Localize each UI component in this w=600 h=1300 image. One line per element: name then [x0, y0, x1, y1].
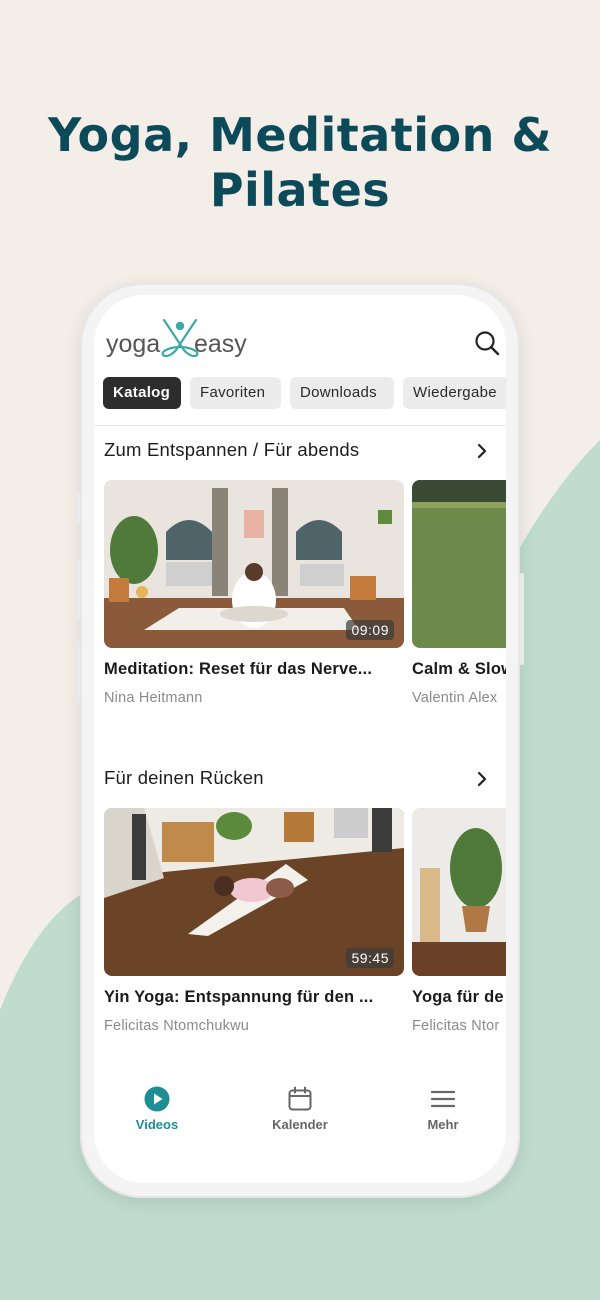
- tab-wiedergabe[interactable]: Wiedergabe: [403, 377, 506, 409]
- video-thumbnail: 59:45: [104, 808, 404, 976]
- thumbnail-meadow: [412, 480, 506, 648]
- tabs-divider: [94, 425, 506, 426]
- headline-line-1: Yoga, Meditation &: [47, 108, 553, 162]
- video-title: Yin Yoga: Entspannung für den ...: [104, 988, 374, 1006]
- phone-frame: yoga easy Katalog Favoriten Downloads Wi…: [76, 283, 524, 1198]
- yogaeasy-logo: yoga easy: [106, 318, 247, 358]
- nav-videos[interactable]: Videos: [107, 1085, 207, 1132]
- phone-button-right: [519, 573, 524, 665]
- app-screen: yoga easy Katalog Favoriten Downloads Wi…: [94, 295, 506, 1183]
- video-title: Yoga für de: [412, 988, 504, 1006]
- logo-text-right: easy: [194, 330, 247, 358]
- logo-figure-icon: [161, 318, 199, 358]
- video-title: Meditation: Reset für das Nerve...: [104, 660, 373, 678]
- phone-button-left-1: [76, 491, 81, 525]
- headline-line-2: Pilates: [209, 163, 391, 217]
- video-thumbnail: 09:09: [104, 480, 404, 648]
- chevron-right-icon[interactable]: [474, 771, 490, 787]
- category-tabs: Katalog Favoriten Downloads Wiedergabe: [103, 377, 506, 409]
- section-title-ruecken[interactable]: Für deinen Rücken: [104, 767, 264, 789]
- duration-badge: 59:45: [346, 948, 394, 968]
- duration-badge: 09:09: [346, 620, 394, 640]
- nav-kalender[interactable]: Kalender: [250, 1085, 350, 1132]
- nav-label: Kalender: [272, 1117, 328, 1132]
- section-title-entspannen[interactable]: Zum Entspannen / Für abends: [104, 439, 359, 461]
- nav-mehr[interactable]: Mehr: [393, 1085, 493, 1132]
- tab-favoriten[interactable]: Favoriten: [190, 377, 281, 409]
- thumbnail-room-plant: [412, 808, 506, 976]
- video-author: Valentin Alex: [412, 690, 498, 706]
- nav-label: Videos: [135, 1117, 179, 1132]
- app-header: yoga easy: [94, 295, 506, 375]
- play-circle-icon: [144, 1086, 170, 1112]
- video-thumbnail: [412, 480, 506, 648]
- nav-label: Mehr: [427, 1117, 459, 1132]
- video-author: Felicitas Ntomchukwu: [104, 1018, 250, 1034]
- chevron-right-icon[interactable]: [474, 443, 490, 459]
- menu-icon: [430, 1090, 456, 1108]
- video-thumbnail: [412, 808, 506, 976]
- tab-downloads[interactable]: Downloads: [290, 377, 394, 409]
- search-icon[interactable]: [474, 330, 500, 356]
- tab-katalog[interactable]: Katalog: [103, 377, 181, 409]
- phone-button-left-3: [76, 641, 81, 703]
- calendar-icon: [288, 1086, 312, 1111]
- logo-text-left: yoga: [106, 330, 160, 358]
- promo-headline: Yoga, Meditation & Pilates: [0, 108, 600, 218]
- video-author: Nina Heitmann: [104, 690, 203, 706]
- video-title: Calm & Slow: [412, 660, 506, 678]
- phone-button-left-2: [76, 558, 81, 620]
- bottom-navigation: Videos Kalender Mehr: [94, 1085, 506, 1155]
- video-author: Felicitas Ntor: [412, 1018, 500, 1034]
